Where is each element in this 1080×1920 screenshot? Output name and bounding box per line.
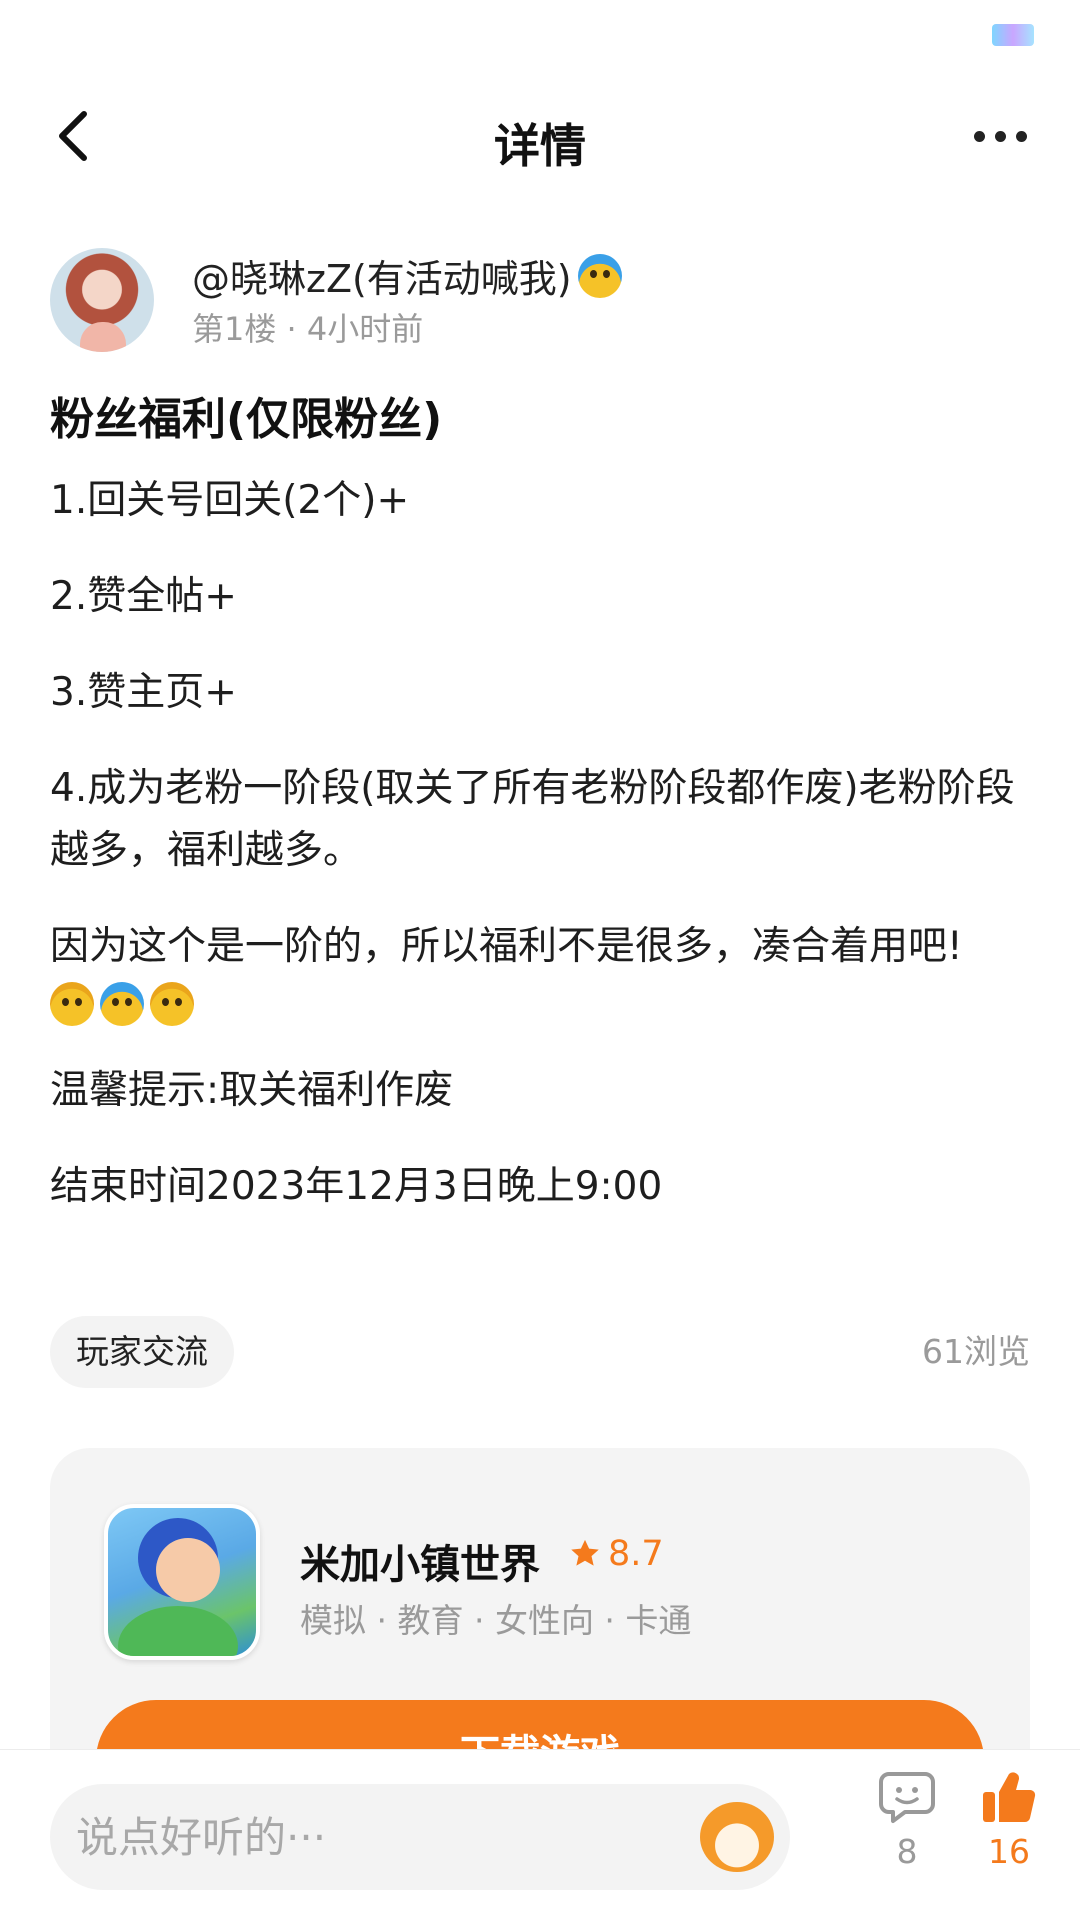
confused-emoji-icon (50, 982, 94, 1026)
author-name-text: @晓琳zZ(有活动喊我) (192, 257, 572, 301)
topic-tag[interactable]: 玩家交流 (50, 1316, 234, 1388)
mascot-emoji-icon[interactable] (700, 1802, 774, 1872)
game-tags: 模拟 · 教育 · 女性向 · 卡通 (300, 1601, 692, 1640)
post-paragraph: 1.回关号回关(2个)+ (50, 478, 410, 523)
header-bar: 详情 (0, 100, 1080, 180)
bottom-bar: 8 16 (0, 1749, 1080, 1920)
game-name[interactable]: 米加小镇世界 (300, 1532, 540, 1590)
status-badge (992, 24, 1034, 46)
avatar[interactable] (50, 248, 154, 352)
comment-button[interactable]: 8 (876, 1770, 938, 1871)
post-paragraph-text: 因为这个是一阶的，所以福利不是很多，凑合着用吧! (50, 924, 963, 969)
game-icon-character (156, 1538, 220, 1602)
post-paragraph: 温馨提示:取关福利作废 (50, 1068, 454, 1113)
sad-emoji-icon (150, 982, 194, 1026)
game-icon[interactable] (104, 1504, 260, 1660)
page-title: 详情 (494, 119, 586, 173)
author-info: @晓琳zZ(有活动喊我) 第1楼 · 4小时前 (50, 248, 1030, 352)
game-icon-globe (118, 1606, 238, 1656)
like-button[interactable]: 16 (976, 1770, 1042, 1871)
scared-emoji-icon (577, 253, 622, 298)
post-title: 粉丝福利(仅限粉丝) (50, 394, 443, 445)
scared-emoji-icon (100, 982, 144, 1026)
avatar-figure (80, 322, 126, 352)
post-meta: 第1楼 · 4小时前 (192, 310, 424, 348)
game-rating: 8.7 (568, 1534, 664, 1574)
tag-row: 玩家交流 61浏览 (50, 1316, 1030, 1388)
post-paragraph-with-emoji: 因为这个是一阶的，所以福利不是很多，凑合着用吧! (50, 916, 1030, 1026)
more-options-button[interactable] (960, 106, 1040, 166)
post-paragraph: 结束时间2023年12月3日晚上9:00 (50, 1164, 663, 1209)
comment-input[interactable] (50, 1784, 790, 1890)
rating-value: 8.7 (608, 1534, 664, 1574)
more-dot-icon (1015, 130, 1027, 142)
comment-count: 8 (896, 1832, 918, 1871)
star-icon (571, 1539, 599, 1566)
author-name[interactable]: @晓琳zZ(有活动喊我) (192, 248, 622, 303)
more-dot-icon (973, 130, 985, 142)
post-paragraph: 2.赞全帖+ (50, 574, 237, 619)
emoji-row (50, 982, 1030, 1026)
post-content: 粉丝福利(仅限粉丝) 1.回关号回关(2个)+ 2.赞全帖+ 3.赞主页+ 4.… (50, 390, 1030, 1252)
post-paragraph: 3.赞主页+ (50, 670, 237, 715)
like-count: 16 (988, 1832, 1030, 1871)
more-dot-icon (994, 130, 1006, 142)
view-count: 61浏览 (922, 1332, 1030, 1371)
post-paragraph: 4.成为老粉一阶段(取关了所有老粉阶段都作废)老粉阶段越多，福利越多。 (50, 766, 1015, 873)
comment-icon (879, 1772, 935, 1823)
thumbs-up-icon (983, 1772, 1036, 1823)
